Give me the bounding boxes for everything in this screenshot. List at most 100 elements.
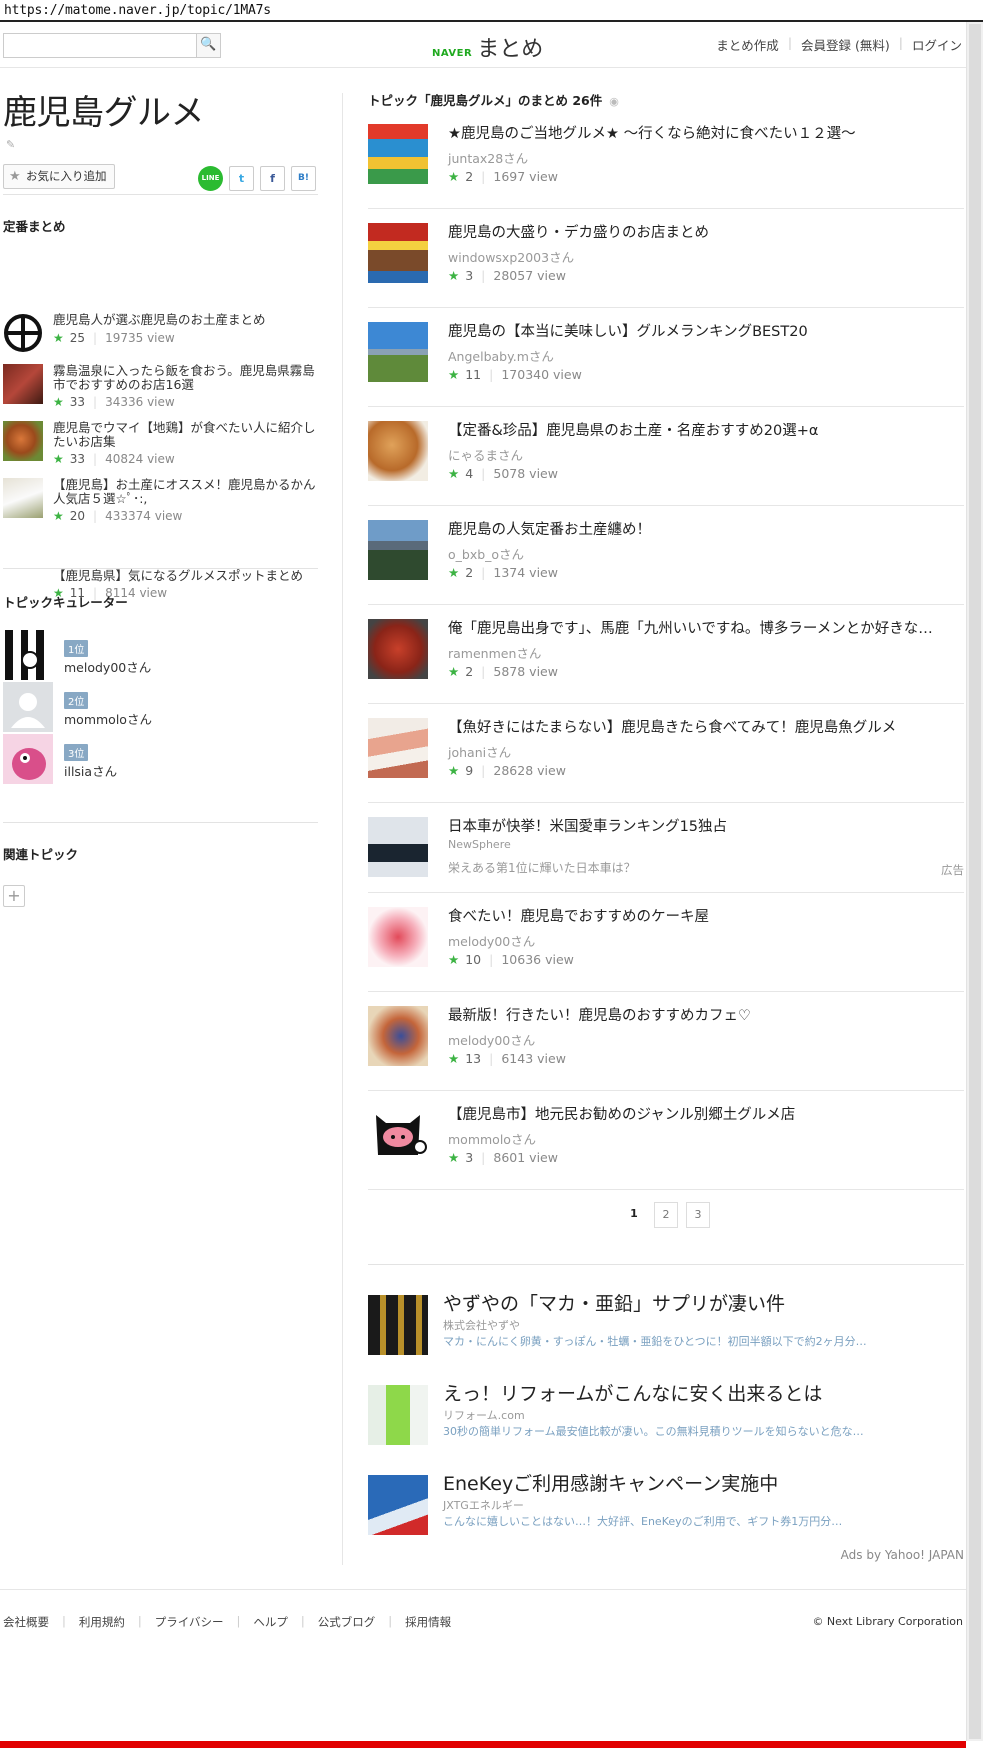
list-item-title[interactable]: 【鹿児島】お土産にオススメ！鹿児島かるかん人気店５選☆ﾟ･:, — [53, 478, 318, 506]
entry-author[interactable]: Angelbaby.mさん — [448, 346, 554, 365]
ad-title[interactable]: えっ！リフォームがこんなに安く出来るとは — [443, 1379, 822, 1406]
entry-title[interactable]: 最新版！行きたい！鹿児島のおすすめカフェ♡ — [448, 1004, 964, 1025]
entry-title[interactable]: 【定番&珍品】鹿児島県のお土産・名産おすすめ20選+α — [448, 419, 964, 440]
page-1[interactable]: 1 — [622, 1202, 646, 1228]
curator-item[interactable]: 3位 illsiaさん — [3, 734, 303, 784]
curator-item[interactable]: 2位 mommoloさん — [3, 682, 303, 732]
pagination: 1 2 3 — [622, 1202, 710, 1228]
create-matome-link[interactable]: まとめ作成 — [716, 35, 779, 54]
meta-divider: | — [489, 367, 494, 382]
entry-author[interactable]: juntax28さん — [448, 148, 528, 167]
footer-link-company[interactable]: 会社概要 — [3, 1614, 49, 1630]
entry-author[interactable]: ramenmenさん — [448, 643, 541, 662]
add-favorite-button[interactable]: ★ お気に入り追加 — [3, 164, 115, 189]
address-bar[interactable]: https://matome.naver.jp/topic/1MA7s — [0, 0, 983, 22]
thumbnail — [3, 421, 43, 461]
entry-author[interactable]: o_bxb_oさん — [448, 544, 524, 563]
matome-entry[interactable]: 【定番&珍品】鹿児島県のお土産・名産おすすめ20選+α にゃるまさん ★ 4 | 50… — [368, 407, 964, 506]
site-logo[interactable]: NAVER まとめ — [432, 31, 543, 63]
thumbnail — [368, 907, 428, 967]
matome-entry[interactable]: 食べたい！鹿児島でおすすめのケーキ屋 melody00さん ★ 10 | 10636 … — [368, 893, 964, 992]
footer-link-blog[interactable]: 公式ブログ — [318, 1614, 376, 1630]
list-item-title[interactable]: 鹿児島でウマイ【地鶏】が食べたい人に紹介したいお店集 — [53, 421, 318, 449]
entry-author[interactable]: windowsxp2003さん — [448, 247, 574, 266]
site-header: 🔍 NAVER まとめ まとめ作成 | 会員登録 (無料) | ログイン — [0, 22, 966, 68]
matome-entry[interactable]: 【鹿児島市】地元民お勧めのジャンル別郷土グルメ店 mommoloさん ★ 3 | 86… — [368, 1091, 964, 1190]
hatena-bookmark-icon[interactable]: B! — [291, 166, 316, 191]
entry-author[interactable]: johaniさん — [448, 742, 511, 761]
meta-divider: | — [481, 763, 486, 778]
ad-description[interactable]: マカ・にんにく卵黄・すっぽん・牡蠣・亜鉛をひとつに！初回半額以下で約2ヶ月分… — [443, 1333, 867, 1349]
footer-divider: | — [137, 1614, 142, 1628]
scrollbar-thumb[interactable] — [969, 24, 981, 1739]
entry-title[interactable]: 鹿児島の【本当に美味しい】グルメランキングBEST20 — [448, 320, 964, 341]
curator-name[interactable]: melody00さん — [64, 657, 151, 676]
entry-title[interactable]: ★鹿児島のご当地グルメ★ ～行くなら絶対に食べたい１２選～ — [448, 122, 964, 143]
search-icon[interactable]: 🔍 — [196, 34, 220, 57]
page-3[interactable]: 3 — [686, 1202, 710, 1228]
thumbnail — [368, 619, 428, 679]
entry-author[interactable]: にゃるまさん — [448, 445, 523, 464]
matome-entry[interactable]: 鹿児島の人気定番お土産纏め！ o_bxb_oさん ★ 2 | 1374 view — [368, 506, 964, 605]
curator-item[interactable]: 1位 melody00さん — [3, 630, 303, 680]
ad-title[interactable]: やずやの「マカ・亜鉛」サプリが凄い件 — [443, 1289, 785, 1316]
entry-title[interactable]: 【魚好きにはたまらない】鹿児島きたら食べてみて！鹿児島魚グルメ — [448, 716, 964, 737]
thumbnail — [3, 478, 43, 518]
star-count: 2 — [465, 169, 474, 184]
facebook-share-icon[interactable]: f — [260, 166, 285, 191]
meta-divider: | — [93, 509, 98, 523]
footer-link-help[interactable]: ヘルプ — [253, 1614, 288, 1630]
ad-item[interactable]: えっ！リフォームがこんなに安く出来るとは リフォーム.com 30秒の簡単リフォ… — [368, 1383, 964, 1455]
register-link[interactable]: 会員登録 (無料) — [801, 35, 890, 54]
footer-link-terms[interactable]: 利用規約 — [79, 1614, 125, 1630]
entry-title[interactable]: 俺「鹿児島出身です」、馬鹿「九州いいですね。博多ラーメンとか好きな… — [448, 617, 964, 638]
matome-entry[interactable]: 俺「鹿児島出身です」、馬鹿「九州いいですね。博多ラーメンとか好きな… ramen… — [368, 605, 964, 704]
nav-divider: | — [787, 35, 793, 50]
star-count: 33 — [69, 395, 86, 409]
pencil-icon[interactable]: ✎ — [6, 138, 15, 151]
login-link[interactable]: ログイン — [912, 35, 962, 54]
thumbnail — [368, 322, 428, 382]
ad-description[interactable]: こんなに嬉しいことはない…！大好評、EneKeyのご利用で、ギフト券1万円分… — [443, 1513, 842, 1529]
ad-item[interactable]: やずやの「マカ・亜鉛」サプリが凄い件 株式会社やずや マカ・にんにく卵黄・すっぽ… — [368, 1293, 964, 1365]
entry-meta: ★ 2 | 1697 view — [448, 169, 558, 184]
list-item-title[interactable]: 鹿児島人が選ぶ鹿児島のお土産まとめ — [53, 313, 318, 327]
entry-title[interactable]: 日本車が快挙！米国愛車ランキング15独占 — [448, 815, 964, 836]
footer-link-privacy[interactable]: プライバシー — [155, 1614, 224, 1630]
matome-entry[interactable]: ★鹿児島のご当地グルメ★ ～行くなら絶対に食べたい１２選～ juntax28さん… — [368, 110, 964, 209]
matome-entry[interactable]: 【魚好きにはたまらない】鹿児島きたら食べてみて！鹿児島魚グルメ johaniさん… — [368, 704, 964, 803]
twitter-share-icon[interactable]: t — [229, 166, 254, 191]
entry-title[interactable]: 鹿児島の人気定番お土産纏め！ — [448, 518, 964, 539]
curator-name[interactable]: mommoloさん — [64, 709, 152, 728]
rss-icon[interactable]: ◉ — [609, 95, 619, 108]
ad-description[interactable]: 30秒の簡単リフォーム最安値比較が凄い。この無料見積りツールを知らないと危な… — [443, 1423, 864, 1439]
star-icon: ★ — [448, 1150, 460, 1165]
search-box[interactable]: 🔍 — [3, 33, 221, 58]
ads-by-yahoo[interactable]: Ads by Yahoo! JAPAN — [841, 1548, 964, 1562]
matome-entry[interactable]: 鹿児島の大盛り・デカ盛りのお店まとめ windowsxp2003さん ★ 3 | 28… — [368, 209, 964, 308]
star-icon: ★ — [53, 452, 64, 466]
ad-thumbnail — [368, 1475, 428, 1535]
entry-author[interactable]: mommoloさん — [448, 1129, 536, 1148]
list-item-title[interactable]: 【鹿児島県】気になるグルメスポットまとめ — [53, 569, 318, 583]
matome-entry[interactable]: 最新版！行きたい！鹿児島のおすすめカフェ♡ melody00さん ★ 13 | 614… — [368, 992, 964, 1091]
star-count: 3 — [465, 1150, 474, 1165]
matome-entry[interactable]: 鹿児島の【本当に美味しい】グルメランキングBEST20 Angelbaby.mさ… — [368, 308, 964, 407]
line-share-icon[interactable]: LINE — [198, 166, 223, 191]
curator-name[interactable]: illsiaさん — [64, 761, 117, 780]
entry-title[interactable]: 鹿児島の大盛り・デカ盛りのお店まとめ — [448, 221, 964, 242]
scrollbar[interactable] — [966, 22, 983, 1741]
ad-subtitle[interactable]: 栄えある第1位に輝いた日本車は？ — [448, 859, 636, 876]
ad-title[interactable]: EneKeyご利用感謝キャンペーン実施中 — [443, 1469, 778, 1496]
list-item-title[interactable]: 霧島温泉に入ったら飯を食おう。鹿児島県霧島市でおすすめのお店16選 — [53, 364, 318, 392]
add-topic-icon[interactable]: + — [3, 885, 25, 907]
sponsored-entry[interactable]: 日本車が快挙！米国愛車ランキング15独占 NewSphere 栄えある第1位に輝… — [368, 803, 964, 893]
footer-link-careers[interactable]: 採用情報 — [405, 1614, 451, 1630]
ad-item[interactable]: EneKeyご利用感謝キャンペーン実施中 JXTGエネルギー こんなに嬉しいこと… — [368, 1473, 964, 1545]
entry-author[interactable]: melody00さん — [448, 1030, 535, 1049]
entry-title[interactable]: 食べたい！鹿児島でおすすめのケーキ屋 — [448, 905, 964, 926]
entry-author[interactable]: melody00さん — [448, 931, 535, 950]
page-2[interactable]: 2 — [654, 1202, 678, 1228]
entry-meta: ★ 4 | 5078 view — [448, 466, 558, 481]
entry-title[interactable]: 【鹿児島市】地元民お勧めのジャンル別郷土グルメ店 — [448, 1103, 964, 1124]
